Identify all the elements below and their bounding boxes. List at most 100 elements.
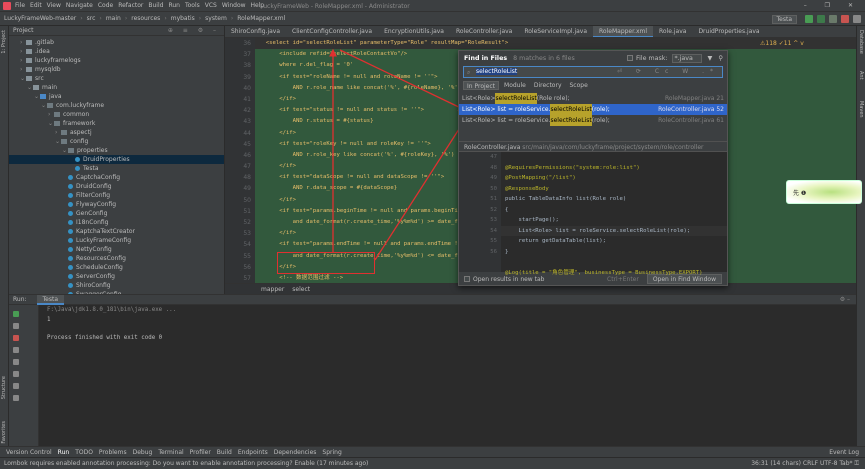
crumb-select[interactable]: select bbox=[292, 286, 310, 293]
menu-item-tools[interactable]: Tools bbox=[185, 2, 200, 9]
editor-tab[interactable]: RoleController.java bbox=[450, 26, 518, 37]
tree-node[interactable]: NettyConfig bbox=[9, 245, 224, 254]
bottom-tab-problems[interactable]: Problems bbox=[99, 449, 127, 456]
menu-item-edit[interactable]: Edit bbox=[30, 2, 42, 9]
stop-icon[interactable] bbox=[841, 15, 849, 23]
tree-node[interactable]: › luckyframelogs bbox=[9, 56, 224, 65]
search-input[interactable]: ⌕ selectRoleList ⏎ ⟳ Cc W .* bbox=[463, 66, 723, 78]
scroll-end-icon[interactable] bbox=[13, 359, 19, 365]
editor-tab[interactable]: EncryptionUtils.java bbox=[378, 26, 450, 37]
tree-node[interactable]: › .idea bbox=[9, 47, 224, 56]
debug-icon[interactable] bbox=[817, 15, 825, 23]
tree-node[interactable]: CaptchaConfig bbox=[9, 173, 224, 182]
clear-icon[interactable] bbox=[13, 383, 19, 389]
editor-tab[interactable]: DruidProperties.java bbox=[692, 26, 765, 37]
file-mask-toggle[interactable]: File mask: bbox=[626, 55, 668, 62]
breadcrumb-item[interactable]: resources bbox=[131, 15, 160, 22]
menu-item-code[interactable]: Code bbox=[98, 2, 113, 9]
pin-tab-icon[interactable] bbox=[13, 395, 19, 401]
bottom-tab-dependencies[interactable]: Dependencies bbox=[274, 449, 317, 456]
ant-tool-button[interactable]: Ant bbox=[858, 71, 864, 80]
menu-item-navigate[interactable]: Navigate bbox=[66, 2, 93, 9]
filter-icon[interactable]: ▼ bbox=[708, 55, 713, 62]
tree-node[interactable]: LuckyFrameConfig bbox=[9, 236, 224, 245]
tree-node[interactable]: › aspectj bbox=[9, 128, 224, 137]
scope-option[interactable]: Directory bbox=[531, 81, 565, 90]
floating-widget[interactable]: 先 ❶ bbox=[786, 180, 862, 204]
favorites-tool-button[interactable]: Favorites bbox=[1, 421, 7, 444]
tree-node[interactable]: Testa bbox=[9, 164, 224, 173]
bottom-tab-run[interactable]: Run bbox=[58, 449, 70, 456]
editor-tab[interactable]: ClientConfigController.java bbox=[286, 26, 378, 37]
console-output[interactable]: F:\Java\jdk1.8.0_181\bin\java.exe ... 1 Pr… bbox=[47, 307, 176, 341]
editor-tab[interactable]: RoleMapper.xml bbox=[593, 26, 654, 37]
editor-tab[interactable]: RoleServiceImpl.java bbox=[518, 26, 593, 37]
tree-node[interactable]: DruidProperties bbox=[9, 155, 224, 164]
tree-node[interactable]: ResourcesConfig bbox=[9, 254, 224, 263]
project-tool-button[interactable]: 1: Project bbox=[1, 30, 7, 54]
breadcrumb-item[interactable]: mybatis bbox=[171, 15, 195, 22]
bottom-tab-build[interactable]: Build bbox=[217, 449, 232, 456]
menu-item-window[interactable]: Window bbox=[222, 2, 246, 9]
scope-option[interactable]: In Project bbox=[463, 81, 500, 90]
open-new-tab-checkbox[interactable] bbox=[464, 276, 470, 282]
tree-node[interactable]: ⌄ src bbox=[9, 74, 224, 83]
breadcrumb-item[interactable]: RoleMapper.xml bbox=[237, 15, 285, 22]
bottom-tab-debug[interactable]: Debug bbox=[133, 449, 153, 456]
tree-node[interactable]: ⌄ com.luckyframe bbox=[9, 101, 224, 110]
inspection-widget[interactable]: ⚠118 ✓11 ^ v bbox=[760, 40, 804, 47]
menu-item-refactor[interactable]: Refactor bbox=[118, 2, 143, 9]
tree-node[interactable]: ⌄ main bbox=[9, 83, 224, 92]
wrench-icon[interactable] bbox=[13, 323, 19, 329]
run-settings-icon[interactable]: ⚙ – bbox=[840, 296, 850, 303]
result-row[interactable]: List<Role> selectRoleList (Role role); Rol… bbox=[459, 93, 727, 104]
tree-node[interactable]: KaptchaTextCreator bbox=[9, 227, 224, 236]
menu-item-vcs[interactable]: VCS bbox=[205, 2, 217, 9]
soft-wrap-icon[interactable] bbox=[13, 347, 19, 353]
tree-node[interactable]: ServerConfig bbox=[9, 272, 224, 281]
tree-node[interactable]: FilterConfig bbox=[9, 191, 224, 200]
tree-node[interactable]: I18nConfig bbox=[9, 218, 224, 227]
tree-node[interactable]: ⌄ properties bbox=[9, 146, 224, 155]
tree-node[interactable]: ShiroConfig bbox=[9, 281, 224, 290]
panel-actions-icon[interactable]: ⊕ ≡ ⚙ – bbox=[168, 27, 220, 34]
bottom-tab-terminal[interactable]: Terminal bbox=[158, 449, 183, 456]
editor-tab[interactable]: Role.java bbox=[653, 26, 692, 37]
menu-item-file[interactable]: File bbox=[15, 2, 25, 9]
scope-option[interactable]: Scope bbox=[567, 81, 591, 90]
maven-tool-button[interactable]: Maven bbox=[858, 101, 864, 118]
bottom-tab-todo[interactable]: TODO bbox=[75, 449, 93, 456]
result-row[interactable]: List<Role> list = roleService. selectRole… bbox=[459, 104, 727, 115]
preview-pane[interactable]: 47 48 49 50 51 52 53 54 55 56 @RequiresPermission… bbox=[459, 152, 727, 276]
search-options-icon[interactable]: ⏎ ⟳ Cc W .* bbox=[617, 67, 719, 77]
run-config-select[interactable]: Testa bbox=[771, 14, 797, 24]
bottom-tab-profiler[interactable]: Profiler bbox=[190, 449, 211, 456]
tree-node[interactable]: GenConfig bbox=[9, 209, 224, 218]
tree-node[interactable]: FlywayConfig bbox=[9, 200, 224, 209]
pin-icon[interactable]: ⚲ bbox=[718, 55, 723, 62]
rerun-icon[interactable] bbox=[13, 311, 19, 317]
tree-node[interactable]: › common bbox=[9, 110, 224, 119]
bottom-tab-version-control[interactable]: Version Control bbox=[6, 449, 52, 456]
stop-run-icon[interactable] bbox=[13, 335, 19, 341]
breadcrumb-item[interactable]: main bbox=[106, 15, 121, 22]
tree-node[interactable]: ⌄ framework bbox=[9, 119, 224, 128]
tree-node[interactable]: ScheduleConfig bbox=[9, 263, 224, 272]
file-mask-input[interactable]: *.java bbox=[671, 53, 702, 63]
event-log-button[interactable]: Event Log bbox=[829, 449, 859, 456]
run-icon[interactable] bbox=[805, 15, 813, 23]
scope-option[interactable]: Module bbox=[501, 81, 529, 90]
tree-node[interactable]: DruidConfig bbox=[9, 182, 224, 191]
tree-node[interactable]: ⌄ java bbox=[9, 92, 224, 101]
cursor-position[interactable]: 36:31 (14 chars) CRLF UTF-8 Tab* ⚿ bbox=[751, 460, 859, 468]
tree-node[interactable]: › mysqldb bbox=[9, 65, 224, 74]
structure-tool-button[interactable]: Structure bbox=[1, 376, 7, 399]
breadcrumb-item[interactable]: src bbox=[87, 15, 96, 22]
project-panel-title[interactable]: Project bbox=[13, 27, 34, 34]
database-tool-button[interactable]: Database bbox=[858, 30, 864, 54]
editor-tab[interactable]: ShiroConfig.java bbox=[225, 26, 286, 37]
tree-node[interactable]: ⌄ config bbox=[9, 137, 224, 146]
breadcrumb-item[interactable]: system bbox=[205, 15, 227, 22]
coverage-icon[interactable] bbox=[829, 15, 837, 23]
menu-item-build[interactable]: Build bbox=[148, 2, 163, 9]
